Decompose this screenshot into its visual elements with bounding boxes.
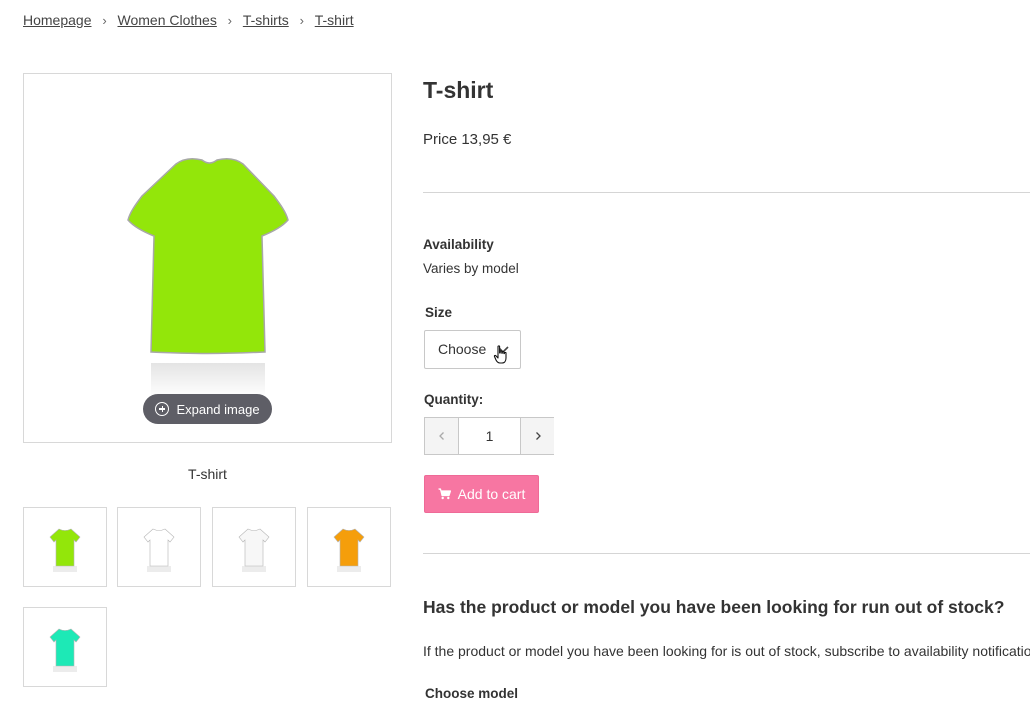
chevron-right-icon: › xyxy=(299,12,304,28)
chevron-left-icon xyxy=(438,432,444,440)
hand-cursor-icon xyxy=(493,345,507,364)
plus-circle-icon xyxy=(155,402,170,416)
image-caption: T-shirt xyxy=(188,466,227,482)
chevron-right-icon: › xyxy=(102,12,107,28)
quantity-decrease-button[interactable] xyxy=(425,418,459,454)
expand-image-button[interactable]: Expand image xyxy=(143,394,272,424)
cart-icon xyxy=(438,488,451,500)
product-title: T-shirt xyxy=(423,77,494,103)
tshirt-thumbnail-icon xyxy=(333,528,365,572)
choose-model-label: Choose model xyxy=(425,686,519,701)
divider xyxy=(423,553,1030,554)
breadcrumb-link-t-shirt[interactable]: T-shirt xyxy=(315,12,354,28)
tshirt-thumbnail-icon xyxy=(143,528,175,572)
thumbnail[interactable] xyxy=(212,507,296,587)
breadcrumb: Homepage › Women Clothes › T-shirts › T-… xyxy=(23,12,354,28)
size-select[interactable]: Choose xyxy=(424,330,521,369)
add-to-cart-label: Add to cart xyxy=(457,486,526,502)
thumbnail[interactable] xyxy=(117,507,201,587)
main-tshirt-shape xyxy=(127,158,289,355)
add-to-cart-button[interactable]: Add to cart xyxy=(424,475,539,513)
divider xyxy=(423,192,1030,193)
breadcrumb-link-homepage[interactable]: Homepage xyxy=(23,12,92,28)
size-label: Size xyxy=(425,305,453,320)
tshirt-image xyxy=(127,158,289,397)
tshirt-thumbnail-icon xyxy=(49,628,81,672)
quantity-stepper xyxy=(424,417,554,455)
quantity-input[interactable] xyxy=(459,418,520,454)
size-select-value: Choose xyxy=(438,341,487,357)
quantity-label: Quantity: xyxy=(424,392,484,407)
chevron-right-icon xyxy=(535,432,541,440)
availability-label: Availability xyxy=(423,237,494,252)
chevron-right-icon: › xyxy=(227,12,233,28)
availability-value: Varies by model xyxy=(423,261,519,276)
tshirt-thumbnail-icon xyxy=(49,528,81,572)
breadcrumb-link-t-shirts[interactable]: T-shirts xyxy=(243,12,289,28)
product-price: Price 13,95 € xyxy=(423,131,512,148)
tshirt-thumbnail-icon xyxy=(238,528,270,572)
main-product-image[interactable] xyxy=(23,73,392,443)
thumbnail[interactable] xyxy=(307,507,391,587)
expand-image-label: Expand image xyxy=(176,401,260,417)
out-of-stock-heading: Has the product or model you have been l… xyxy=(423,597,1005,617)
out-of-stock-description: If the product or model you have been lo… xyxy=(423,643,1030,659)
thumbnail[interactable] xyxy=(23,507,107,587)
breadcrumb-link-women-clothes[interactable]: Women Clothes xyxy=(118,12,217,28)
quantity-increase-button[interactable] xyxy=(520,418,554,454)
thumbnail[interactable] xyxy=(23,607,107,687)
